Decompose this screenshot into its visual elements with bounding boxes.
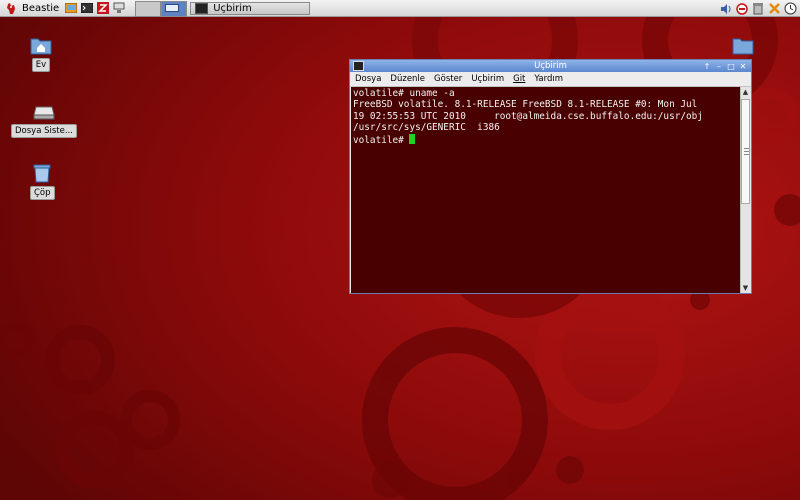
beastie-menu-button[interactable]: Beastie xyxy=(0,0,63,17)
minimize-button[interactable]: – xyxy=(714,61,724,71)
filezilla-icon xyxy=(97,2,110,14)
stop-icon[interactable] xyxy=(735,2,749,16)
network-icon xyxy=(113,2,125,13)
desktop-icon-filesystem[interactable]: Dosya Siste... xyxy=(11,101,77,138)
desktop-icon-home[interactable]: Ev xyxy=(30,35,52,72)
terminal-line: 19 02:55:53 UTC 2010 root@almeida.cse.bu… xyxy=(353,110,703,122)
tools-icon[interactable] xyxy=(767,2,781,16)
workspace-pager xyxy=(135,0,188,17)
desktop-icon-trash[interactable]: Çöp xyxy=(30,163,55,200)
folder-icon xyxy=(732,38,754,55)
terminal-task-icon xyxy=(195,2,209,14)
image-viewer-icon xyxy=(65,3,78,13)
filezilla-launcher[interactable] xyxy=(95,0,111,17)
home-folder-icon xyxy=(30,38,52,55)
terminal-cursor xyxy=(409,133,416,144)
maximize-button[interactable]: □ xyxy=(726,61,736,71)
menu-edit[interactable]: Düzenle xyxy=(390,74,425,84)
menu-go[interactable]: Git xyxy=(513,74,525,84)
shade-button[interactable]: ↑ xyxy=(702,61,712,71)
scroll-down-arrow[interactable]: ▼ xyxy=(741,283,750,293)
terminal-scrollbar[interactable]: ▲ ▼ xyxy=(740,87,750,293)
menu-view[interactable]: Göster xyxy=(434,74,462,84)
trash-icon xyxy=(33,164,51,183)
terminal-launcher[interactable] xyxy=(79,0,95,17)
system-tray xyxy=(718,0,800,17)
workspace-1[interactable] xyxy=(135,0,162,17)
network-launcher[interactable] xyxy=(111,0,127,17)
terminal-menubar: Dosya Düzenle Göster Uçbirim Git Yardım xyxy=(350,72,751,87)
desktop-icon-label: Dosya Siste... xyxy=(11,124,77,138)
terminal-prompt: volatile# xyxy=(353,134,410,146)
scroll-thumb[interactable] xyxy=(741,99,750,204)
terminal-title: Uçbirim xyxy=(534,61,567,71)
terminal-output[interactable]: volatile# uname -a FreeBSD volatile. 8.1… xyxy=(351,87,741,293)
terminal-line: FreeBSD volatile. 8.1-RELEASE FreeBSD 8.… xyxy=(353,99,698,111)
desktop-icon-label: Ev xyxy=(31,58,51,72)
workspace-2[interactable] xyxy=(161,0,188,17)
volume-icon[interactable] xyxy=(719,2,733,16)
taskbar-button-label: Uçbirim xyxy=(213,2,252,14)
desktop-icon-label: Çöp xyxy=(30,186,55,200)
terminal-icon xyxy=(81,3,94,13)
top-panel: Beastie Uçbirim xyxy=(0,0,800,17)
terminal-window: Uçbirim ↑ – □ ✕ Dosya Düzenle Göster Uçb… xyxy=(349,59,752,294)
scroll-up-arrow[interactable]: ▲ xyxy=(741,87,750,97)
image-viewer-launcher[interactable] xyxy=(63,0,79,17)
close-button[interactable]: ✕ xyxy=(738,61,748,71)
menu-file[interactable]: Dosya xyxy=(355,74,381,84)
terminal-line: /usr/src/sys/GENERIC i386 xyxy=(353,122,500,134)
desktop-icon-folder[interactable] xyxy=(732,35,754,55)
terminal-titlebar[interactable]: Uçbirim ↑ – □ ✕ xyxy=(350,60,751,72)
menu-terminal[interactable]: Uçbirim xyxy=(471,74,504,84)
menu-help[interactable]: Yardım xyxy=(534,74,563,84)
drive-icon xyxy=(33,106,55,120)
clock-icon[interactable] xyxy=(783,2,797,16)
terminal-line: volatile# uname -a xyxy=(353,88,455,99)
menu-label: Beastie xyxy=(22,2,60,14)
trash-tray-icon[interactable] xyxy=(751,2,765,16)
beastie-icon xyxy=(5,2,18,15)
taskbar-button-terminal[interactable]: Uçbirim xyxy=(190,1,311,15)
